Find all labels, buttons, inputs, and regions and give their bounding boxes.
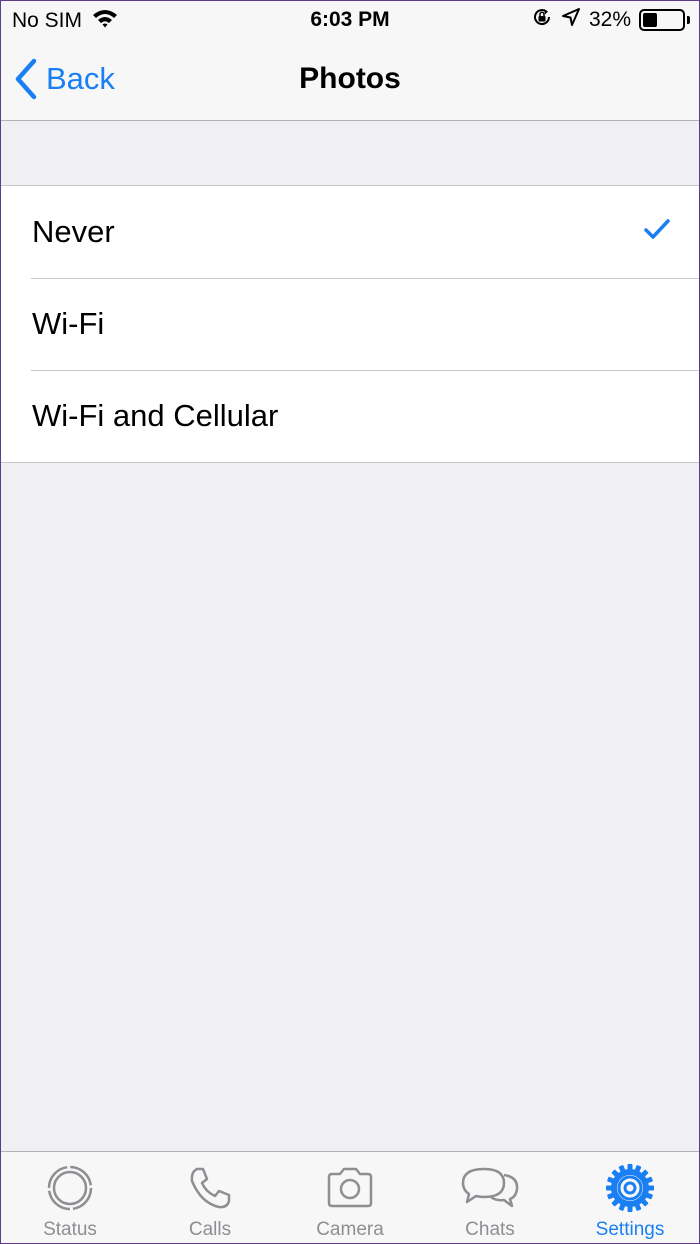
location-arrow-icon — [561, 7, 581, 33]
tab-chats[interactable]: Chats — [420, 1152, 560, 1244]
tab-label: Camera — [316, 1219, 384, 1240]
orientation-lock-icon — [531, 6, 553, 34]
status-bar-right: 32% — [531, 6, 690, 34]
option-label: Never — [32, 214, 115, 249]
tab-camera[interactable]: Camera — [280, 1152, 420, 1244]
chat-bubbles-icon — [420, 1162, 560, 1214]
battery-icon — [639, 9, 685, 31]
tab-label: Chats — [465, 1219, 515, 1240]
tab-bar: Status Calls Camera Chats Settings — [0, 1151, 700, 1244]
option-label: Wi-Fi — [32, 306, 105, 341]
navigation-bar: Back Photos — [0, 40, 700, 121]
battery-percent: 32% — [588, 8, 631, 31]
page-title: Photos — [299, 62, 401, 95]
tab-settings[interactable]: Settings — [560, 1152, 700, 1244]
option-wifi[interactable]: Wi-Fi — [0, 278, 700, 370]
tab-label: Settings — [595, 1219, 665, 1240]
tab-status[interactable]: Status — [0, 1152, 140, 1244]
status-icon — [0, 1162, 140, 1214]
checkmark-icon — [644, 219, 670, 239]
camera-icon — [280, 1162, 420, 1214]
auto-download-options: Never Wi-Fi Wi-Fi and Cellular — [0, 185, 700, 463]
phone-icon — [140, 1162, 280, 1214]
tab-calls[interactable]: Calls — [140, 1152, 280, 1244]
tab-label: Status — [43, 1219, 97, 1240]
tab-label: Calls — [188, 1219, 232, 1240]
option-label: Wi-Fi and Cellular — [32, 398, 279, 433]
gear-icon — [560, 1162, 700, 1214]
option-wifi-and-cellular[interactable]: Wi-Fi and Cellular — [0, 370, 700, 462]
option-never[interactable]: Never — [0, 186, 700, 278]
status-bar: No SIM 6:03 PM 32% — [0, 0, 700, 40]
battery-fill — [643, 13, 657, 27]
battery-tip — [687, 16, 690, 24]
